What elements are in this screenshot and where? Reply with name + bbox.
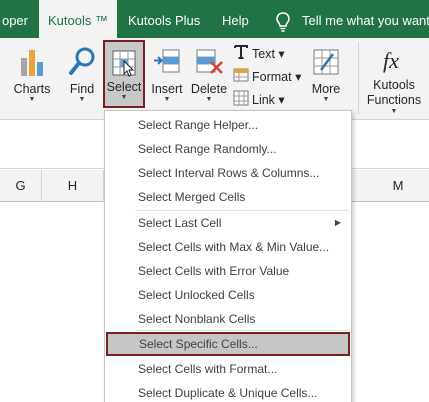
submenu-arrow-icon: ▶ bbox=[334, 218, 341, 227]
link-icon bbox=[233, 90, 249, 106]
menu-item-select-specific-cells[interactable]: Select Specific Cells... bbox=[106, 332, 350, 356]
menu-item-select-merged-cells[interactable]: Select Merged Cells bbox=[105, 185, 351, 209]
menu-item-select-duplicate-unique[interactable]: Select Duplicate & Unique Cells... bbox=[105, 381, 351, 402]
tab-help[interactable]: Help bbox=[222, 0, 252, 38]
chevron-down-icon: ▼ bbox=[205, 96, 213, 103]
find-icon bbox=[69, 47, 95, 75]
chevron-down-icon: ▼ bbox=[120, 94, 128, 101]
select-icon bbox=[112, 50, 136, 77]
chevron-down-icon: ▼ bbox=[78, 96, 86, 103]
lightbulb-icon[interactable] bbox=[275, 12, 291, 32]
menu-item-select-error-value[interactable]: Select Cells with Error Value bbox=[105, 259, 351, 283]
column-header-m[interactable]: M bbox=[366, 170, 429, 202]
select-button[interactable]: Select ▼ bbox=[103, 40, 145, 108]
link-label: Link ▾ bbox=[252, 93, 285, 107]
delete-icon bbox=[196, 49, 223, 74]
chevron-down-icon: ▼ bbox=[163, 96, 171, 103]
chevron-down-icon: ▼ bbox=[390, 108, 398, 115]
format-icon bbox=[233, 68, 249, 82]
select-label: Select bbox=[106, 80, 142, 94]
format-button[interactable]: Format ▾ bbox=[233, 65, 301, 87]
ribbon-tab-bar: oper Kutools ™ Kutools Plus Help Tell me… bbox=[0, 0, 429, 39]
find-button[interactable]: Find ▼ bbox=[64, 40, 100, 116]
menu-item-select-cells-with-format[interactable]: Select Cells with Format... bbox=[105, 357, 351, 381]
find-label: Find bbox=[69, 82, 95, 96]
text-icon bbox=[234, 45, 248, 59]
insert-label: Insert bbox=[151, 82, 183, 96]
tab-developer[interactable]: oper bbox=[0, 0, 30, 38]
menu-item-select-nonblank-cells[interactable]: Select Nonblank Cells bbox=[105, 307, 351, 331]
charts-icon bbox=[21, 50, 43, 76]
delete-button[interactable]: Delete ▼ bbox=[189, 40, 229, 116]
delete-label: Delete bbox=[190, 82, 228, 96]
link-button[interactable]: Link ▾ bbox=[233, 88, 293, 110]
column-header-g[interactable]: G bbox=[0, 170, 42, 202]
fx-icon: fx bbox=[383, 48, 399, 73]
ribbon: Charts ▼ Find ▼ Select ▼ Insert ▼ Delete… bbox=[0, 38, 429, 120]
format-label: Format ▾ bbox=[252, 70, 302, 84]
menu-item-select-max-min[interactable]: Select Cells with Max & Min Value... bbox=[105, 235, 351, 259]
column-header-h[interactable]: H bbox=[42, 170, 104, 202]
more-icon bbox=[313, 49, 339, 75]
insert-button[interactable]: Insert ▼ bbox=[148, 40, 186, 116]
chevron-down-icon: ▼ bbox=[28, 96, 36, 103]
charts-button[interactable]: Charts ▼ bbox=[12, 40, 52, 116]
text-button[interactable]: Text ▾ bbox=[233, 42, 293, 64]
more-button[interactable]: More ▼ bbox=[307, 40, 345, 116]
tab-kutools-plus[interactable]: Kutools Plus bbox=[128, 0, 214, 38]
menu-item-select-last-cell[interactable]: Select Last Cell ▶ bbox=[105, 211, 351, 235]
select-dropdown-menu: Select Range Helper... Select Range Rand… bbox=[104, 110, 352, 402]
charts-label: Charts bbox=[13, 82, 51, 96]
chevron-down-icon: ▼ bbox=[322, 96, 330, 103]
menu-separator bbox=[135, 330, 349, 331]
kutools-functions-label: Kutools Functions bbox=[366, 78, 422, 107]
ribbon-divider bbox=[358, 42, 359, 114]
text-label: Text ▾ bbox=[252, 47, 285, 61]
insert-icon bbox=[154, 49, 180, 73]
svg-text:fx: fx bbox=[383, 48, 399, 73]
kutools-functions-button[interactable]: fx Kutools Functions ▼ bbox=[362, 40, 426, 116]
more-label: More bbox=[311, 82, 341, 96]
menu-item-select-range-randomly[interactable]: Select Range Randomly... bbox=[105, 137, 351, 161]
menu-item-select-unlocked-cells[interactable]: Select Unlocked Cells bbox=[105, 283, 351, 307]
menu-item-select-range-helper[interactable]: Select Range Helper... bbox=[105, 113, 351, 137]
menu-item-select-interval-rows-columns[interactable]: Select Interval Rows & Columns... bbox=[105, 161, 351, 185]
tell-me-search[interactable]: Tell me what you want t bbox=[302, 0, 429, 38]
tab-kutools[interactable]: Kutools ™ bbox=[39, 0, 117, 39]
